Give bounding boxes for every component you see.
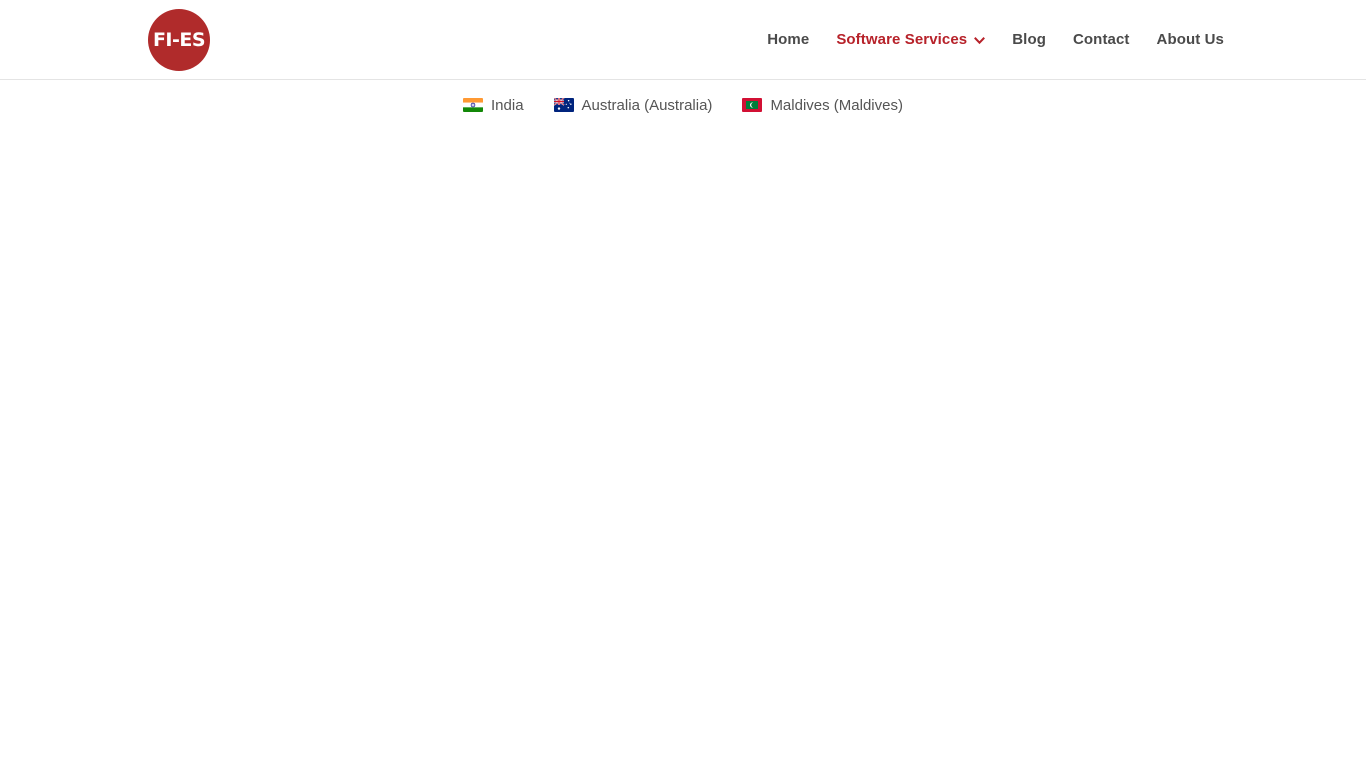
country-label-maldives: Maldives (Maldives) <box>770 96 903 114</box>
page-body <box>0 122 1366 768</box>
main-navigation: Home Software Services Blog Contact Abou… <box>767 0 1224 79</box>
nav-item-home[interactable]: Home <box>767 31 809 48</box>
flag-australia-icon <box>553 98 574 112</box>
country-item-australia[interactable]: Australia (Australia) <box>553 96 713 114</box>
flag-india-icon <box>463 98 484 112</box>
country-item-maldives[interactable]: Maldives (Maldives) <box>742 97 903 114</box>
nav-item-blog[interactable]: Blog <box>1012 31 1046 48</box>
nav-item-software-services[interactable]: Software Services <box>836 31 986 48</box>
fies-logo[interactable]: FI-ES <box>148 9 210 71</box>
chevron-down-icon[interactable] <box>974 35 986 46</box>
flag-maldives-icon <box>742 98 763 112</box>
site-header: FI-ES Home Software Services Blog Contac… <box>0 0 1366 80</box>
country-label-australia: Australia (Australia) <box>581 96 713 114</box>
country-selector-strip: India Australia (Australia) Maldives (Ma… <box>0 80 1366 122</box>
nav-item-home-label: Home <box>767 31 810 48</box>
nav-item-about-us-label: About Us <box>1156 31 1224 48</box>
nav-item-blog-label: Blog <box>1012 31 1046 48</box>
nav-item-contact[interactable]: Contact <box>1073 31 1130 48</box>
country-label-india: India <box>491 96 524 114</box>
logo-text: FI-ES <box>152 28 206 51</box>
country-item-india[interactable]: India <box>463 97 524 114</box>
nav-item-contact-label: Contact <box>1072 31 1130 48</box>
header-inner: FI-ES Home Software Services Blog Contac… <box>0 0 1366 79</box>
nav-item-software-services-label: Software Services <box>836 31 968 48</box>
nav-item-about-us[interactable]: About Us <box>1157 31 1224 48</box>
